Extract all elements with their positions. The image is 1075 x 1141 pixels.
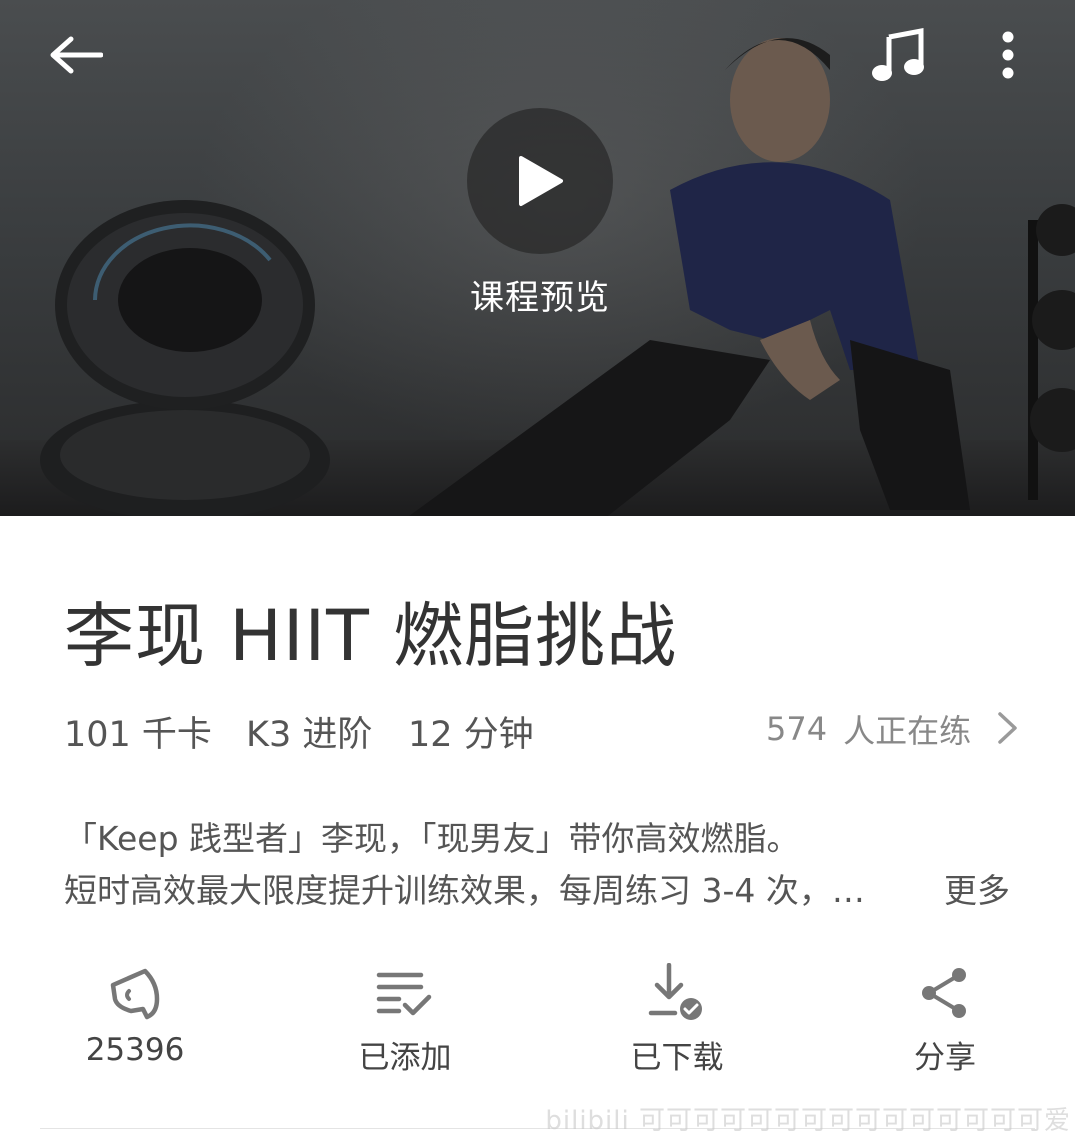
- music-button[interactable]: [866, 22, 932, 88]
- downloaded-label: 已下载: [630, 1040, 724, 1076]
- added-label: 已添加: [358, 1040, 452, 1076]
- more-vertical-icon: [1002, 31, 1014, 79]
- cheer-icon: [110, 968, 160, 1020]
- course-title: 李现 HIIT 燃脂挑战: [64, 595, 678, 677]
- back-button[interactable]: [40, 25, 110, 85]
- preview-label[interactable]: 课程预览: [440, 270, 640, 319]
- added-to-plan-button[interactable]: 已添加: [325, 960, 485, 1077]
- share-label: 分享: [914, 1040, 976, 1076]
- course-level: K3 进阶: [246, 715, 373, 755]
- watermark: bilibili 可可可可可可可可可可可可可可可爱: [545, 1106, 1071, 1136]
- chevron-right-icon[interactable]: [996, 710, 1020, 746]
- share-button[interactable]: 分享: [865, 960, 1025, 1077]
- course-calories: 101 千卡: [64, 715, 212, 755]
- music-note-icon: [872, 27, 924, 81]
- practicing-count: 574: [766, 710, 828, 748]
- description-more-link[interactable]: 更多: [944, 864, 1010, 912]
- course-cover: 课程预览: [0, 0, 1075, 516]
- back-arrow-icon: [50, 36, 103, 74]
- downloaded-button[interactable]: 已下载: [597, 960, 757, 1077]
- course-duration: 12 分钟: [408, 715, 534, 755]
- practicing-label: 人正在练: [843, 712, 972, 750]
- share-icon: [922, 968, 966, 1018]
- preview-play-button[interactable]: [467, 108, 613, 254]
- dumbbell-rack-illustration: [1028, 204, 1075, 500]
- practicing-users-link[interactable]: 574 人正在练: [766, 706, 971, 752]
- tire-stack-illustration: [40, 200, 330, 516]
- description-line-2: 短时高效最大限度提升训练效果，每周练习 3-4 次，…: [64, 871, 865, 910]
- cheer-count: 25396: [85, 1032, 185, 1068]
- cheer-button[interactable]: 25396: [55, 960, 215, 1068]
- play-icon: [519, 156, 563, 206]
- description-line-1: 「Keep 践型者」李现，「现男友」带你高效燃脂。: [64, 819, 800, 858]
- downloaded-icon: [648, 963, 702, 1020]
- playlist-added-icon: [376, 972, 432, 1016]
- more-options-button[interactable]: [988, 22, 1028, 88]
